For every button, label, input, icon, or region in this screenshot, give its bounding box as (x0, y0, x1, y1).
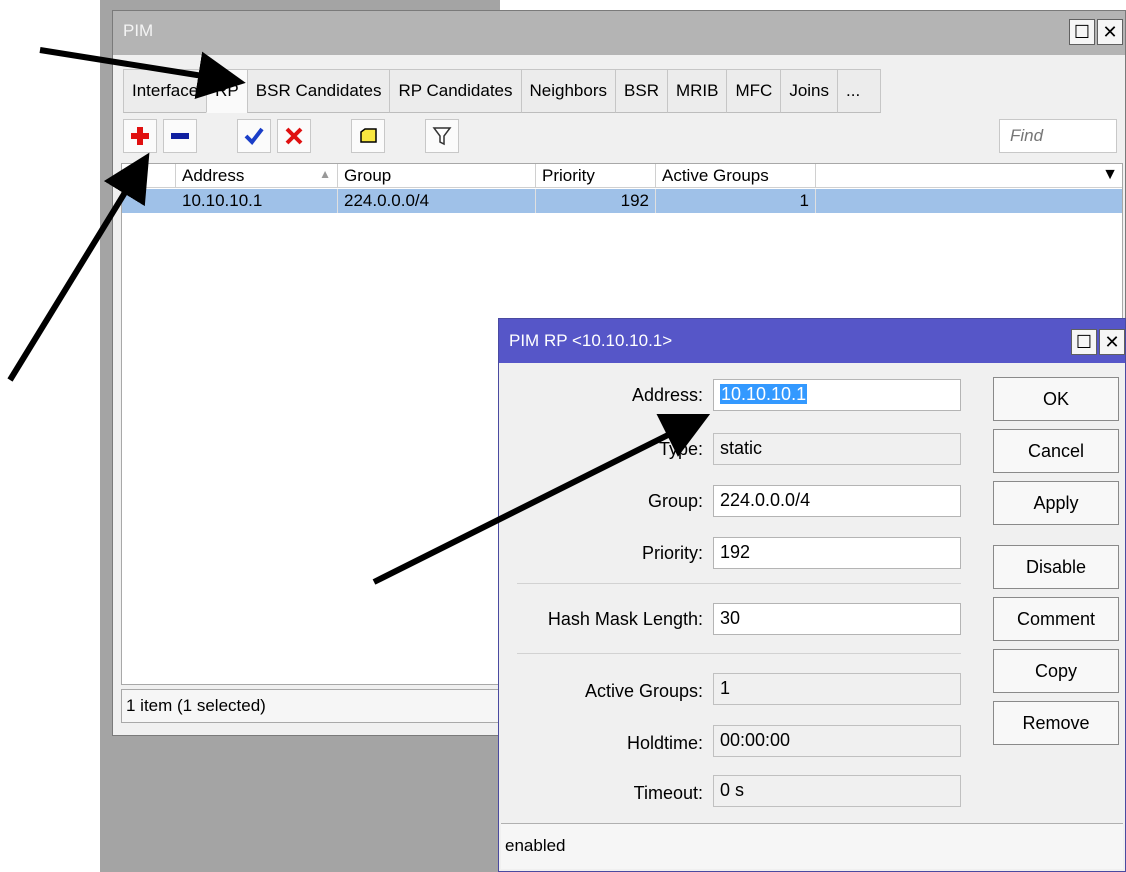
cancel-button[interactable]: Cancel (993, 429, 1119, 473)
cell-priority: 192 (536, 189, 656, 213)
enable-button[interactable] (237, 119, 271, 153)
pim-rp-dialog: PIM RP <10.10.10.1> ☐ ✕ Address: 10.10.1… (498, 318, 1126, 872)
ok-button[interactable]: OK (993, 377, 1119, 421)
apply-button[interactable]: Apply (993, 481, 1119, 525)
maximize-icon[interactable]: ☐ (1069, 19, 1095, 45)
x-icon (285, 127, 303, 145)
desktop-background-bottom (100, 736, 500, 872)
priority-label: Priority: (641, 543, 703, 563)
tab-neighbors[interactable]: Neighbors (520, 69, 617, 113)
type-field: static (713, 433, 961, 465)
cell-active-groups: 1 (656, 189, 816, 213)
group-field[interactable]: 224.0.0.0/4 (713, 485, 961, 517)
tab-bsr-candidates[interactable]: BSR Candidates (246, 69, 391, 113)
tab-rp[interactable]: RP (206, 69, 248, 113)
status-bar: 1 item (1 selected) (121, 689, 501, 723)
dialog-close-icon[interactable]: ✕ (1099, 329, 1125, 355)
tab-joins[interactable]: Joins (780, 69, 838, 113)
hash-mask-length-field[interactable]: 30 (713, 603, 961, 635)
tab-bsr[interactable]: BSR (615, 69, 668, 113)
copy-button[interactable]: Copy (993, 649, 1119, 693)
add-button[interactable] (123, 119, 157, 153)
timeout-field: 0 s (713, 775, 961, 807)
column-menu-chevron-down-icon[interactable]: ▼ (1102, 166, 1118, 184)
dialog-maximize-icon[interactable]: ☐ (1071, 329, 1097, 355)
add-icon (131, 127, 149, 145)
filter-icon (432, 127, 452, 146)
tab-bar: Interface RP BSR Candidates RP Candidate… (123, 69, 881, 113)
address-label: Address: (631, 385, 703, 405)
tab-mrib[interactable]: MRIB (666, 69, 728, 113)
table-header: Address ▲ Group Priority Active Groups ▼ (122, 164, 1122, 188)
separator (517, 653, 961, 654)
priority-field[interactable]: 192 (713, 537, 961, 569)
header-address[interactable]: Address ▲ (176, 164, 338, 188)
check-icon (244, 127, 264, 146)
comment-button[interactable] (351, 119, 385, 153)
remove-button[interactable]: Remove (993, 701, 1119, 745)
comment-button[interactable]: Comment (993, 597, 1119, 641)
active-groups-label: Active Groups: (584, 681, 703, 701)
remove-icon (171, 133, 189, 139)
holdtime-label: Holdtime: (626, 733, 703, 753)
table-row[interactable]: 10.10.10.1 224.0.0.0/4 192 1 (122, 189, 1122, 213)
dialog-status-bar: enabled (501, 823, 1123, 869)
disable-button[interactable] (277, 119, 311, 153)
header-active-groups[interactable]: Active Groups (656, 164, 816, 188)
comment-icon (360, 128, 377, 143)
find-input[interactable] (999, 119, 1117, 153)
address-field[interactable]: 10.10.10.1 (713, 379, 961, 411)
close-icon[interactable]: ✕ (1097, 19, 1123, 45)
pim-window-title: PIM (123, 21, 154, 40)
header-flags[interactable] (122, 164, 176, 188)
dialog-title: PIM RP <10.10.10.1> (509, 331, 673, 350)
active-groups-field: 1 (713, 673, 961, 705)
tab-interface[interactable]: Interface (123, 69, 208, 113)
group-label: Group: (647, 491, 703, 511)
tab-more[interactable]: ... (837, 69, 881, 113)
pim-title-bar[interactable]: PIM ☐ ✕ (113, 11, 1125, 55)
separator (517, 583, 961, 584)
header-group[interactable]: Group (338, 164, 536, 188)
tab-rp-candidates[interactable]: RP Candidates (389, 69, 522, 113)
tab-mfc[interactable]: MFC (726, 69, 782, 113)
remove-button[interactable] (163, 119, 197, 153)
filter-button[interactable] (425, 119, 459, 153)
header-priority[interactable]: Priority (536, 164, 656, 188)
sort-asc-icon: ▲ (319, 167, 331, 181)
timeout-label: Timeout: (633, 783, 703, 803)
hash-mask-length-label: Hash Mask Length: (547, 609, 703, 629)
cell-address: 10.10.10.1 (176, 189, 338, 213)
disable-button[interactable]: Disable (993, 545, 1119, 589)
type-label: Type: (658, 439, 703, 459)
holdtime-field: 00:00:00 (713, 725, 961, 757)
toolbar (123, 115, 1121, 157)
cell-group: 224.0.0.0/4 (338, 189, 536, 213)
dialog-title-bar[interactable]: PIM RP <10.10.10.1> ☐ ✕ (499, 319, 1125, 363)
